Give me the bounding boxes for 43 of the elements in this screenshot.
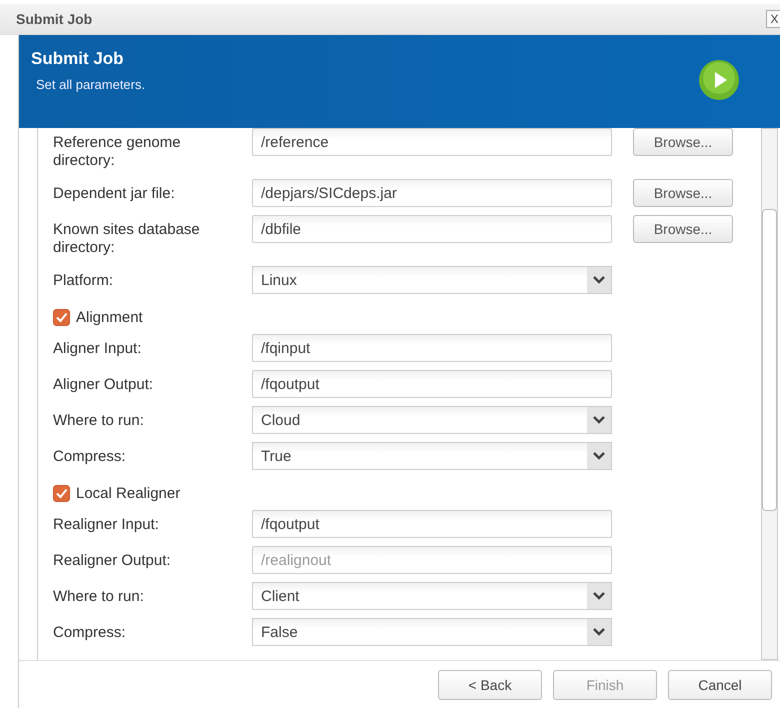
footer-button[interactable]: Cancel [668,670,772,700]
text-field[interactable]: /fqoutput [252,370,612,398]
field-label: Where to run: [53,587,145,606]
chevron-down-icon [593,592,605,600]
dropdown[interactable]: False [252,618,612,646]
header-subtitle: Set all parameters. [35,77,146,92]
text-field[interactable]: /depjars/SICdeps.jar [252,179,612,207]
field-label: Where to run: [53,411,145,430]
text-field[interactable]: /reference [252,128,612,156]
close-button[interactable]: X [766,10,780,28]
checkbox[interactable] [53,308,70,326]
field-label: Realigner Input: [53,515,160,534]
text-field[interactable]: /fqoutput [252,510,612,538]
field-label: Dependent jar file: [53,184,176,203]
browse-button[interactable]: Browse... [633,215,733,243]
text-field[interactable]: /fqinput [252,334,612,362]
field-label: Compress: [53,623,127,642]
dropdown[interactable]: Linux [252,266,612,294]
browse-button[interactable]: Browse... [633,179,733,207]
field-label: Reference genome directory: [53,133,182,170]
chevron-down-icon [593,628,605,636]
checkbox[interactable] [53,484,70,502]
window-title: Submit Job [15,11,92,27]
header-title: Submit Job [31,49,125,69]
chevron-down-icon [593,276,605,284]
field-label: Aligner Output: [53,375,154,394]
dropdown[interactable]: True [252,442,612,470]
checkbox-label: Alignment [76,308,143,326]
chevron-down-icon [593,416,605,424]
field-label: Platform: [53,271,114,290]
text-field[interactable]: /dbfile [252,215,612,243]
field-label: Aligner Input: [53,339,142,358]
footer-button[interactable]: < Back [438,670,542,700]
dropdown[interactable]: Client [252,582,612,610]
checkbox-label: Local Realigner [76,484,180,502]
browse-button[interactable]: Browse... [633,128,733,156]
field-label: Known sites database directory: [53,220,201,257]
scrollbar[interactable] [761,128,778,660]
field-label: Realigner Output: [53,551,172,570]
chevron-down-icon [593,452,605,460]
play-icon[interactable] [698,59,740,101]
dropdown[interactable]: Cloud [252,406,612,434]
field-label: Compress: [53,447,127,466]
